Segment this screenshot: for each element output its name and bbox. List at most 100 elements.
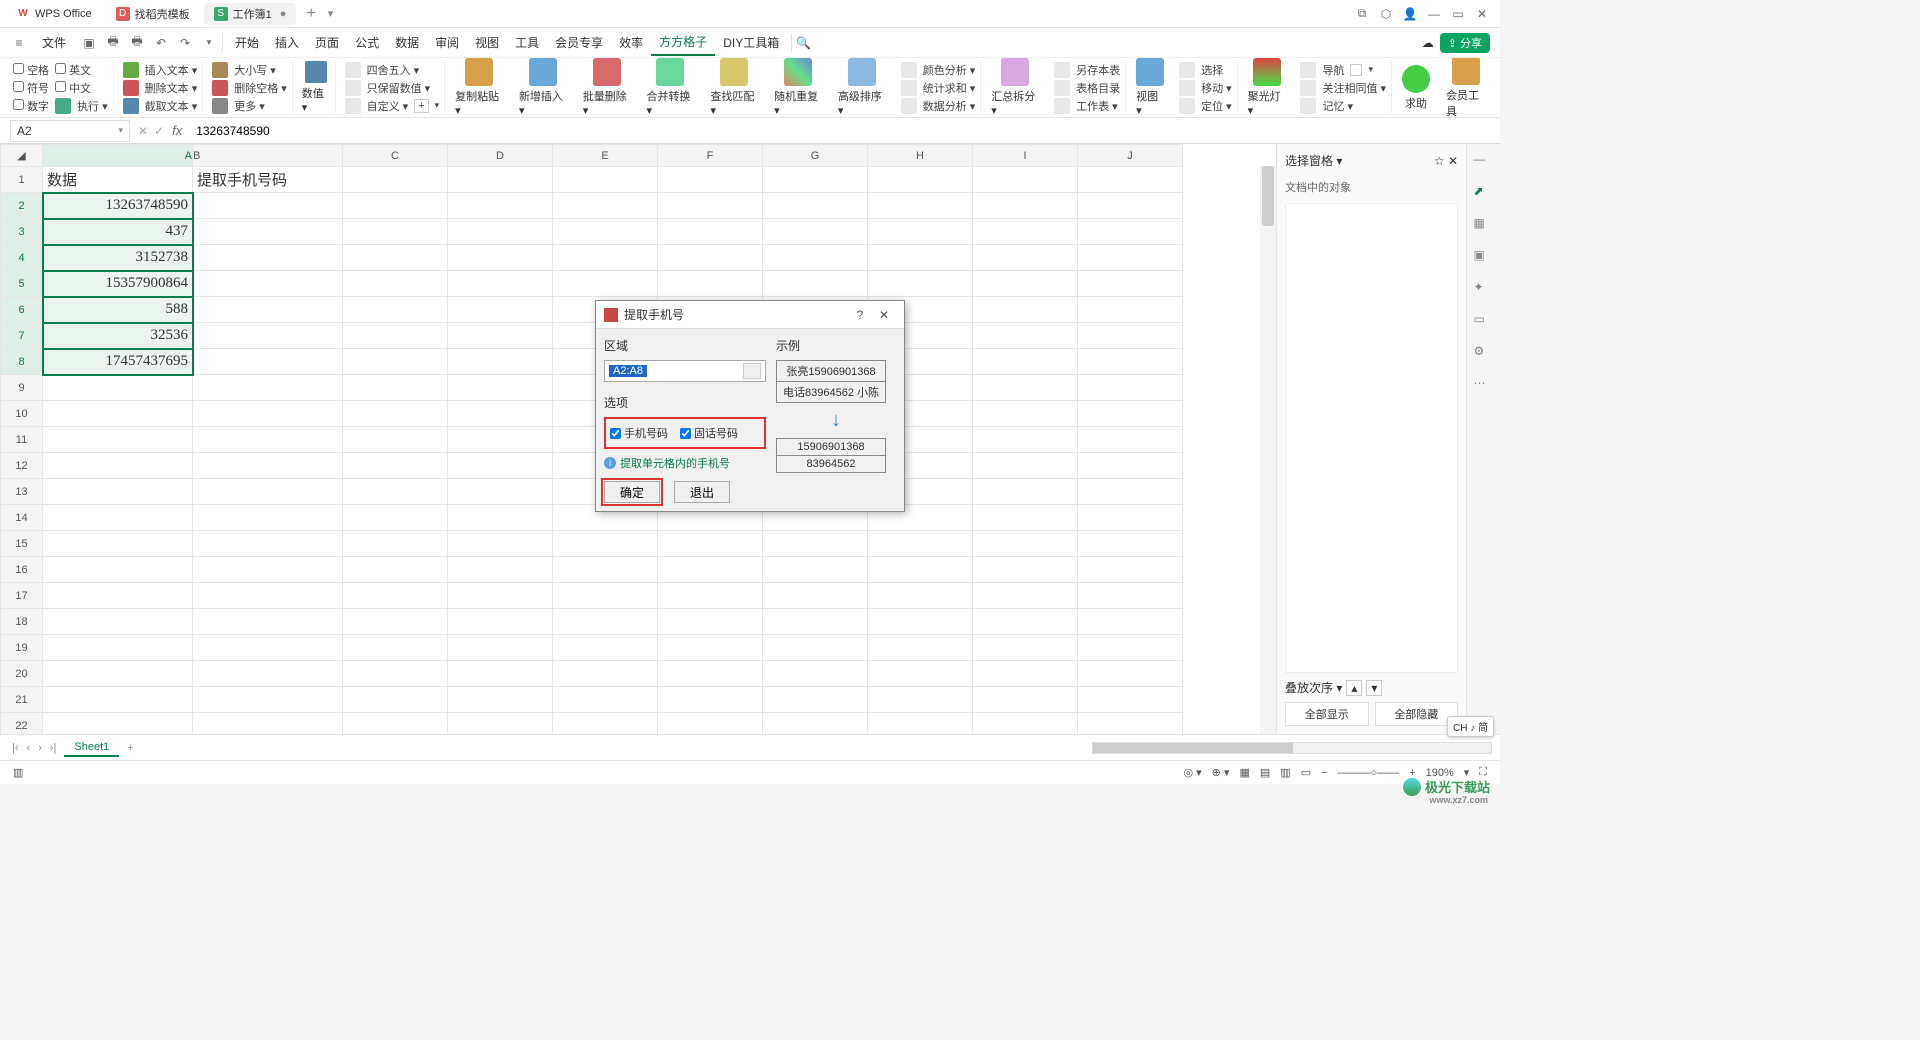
col-header-D[interactable]: D [448, 145, 553, 167]
cell[interactable] [973, 505, 1078, 531]
cell[interactable] [448, 531, 553, 557]
redo-icon[interactable]: ↷ [176, 34, 194, 52]
cell[interactable] [448, 297, 553, 323]
cell[interactable] [553, 713, 658, 735]
cell[interactable] [343, 661, 448, 687]
cell[interactable] [658, 531, 763, 557]
cell[interactable] [43, 661, 193, 687]
execute-button[interactable]: 执行 ▾ [77, 98, 108, 114]
dialog-titlebar[interactable]: 提取手机号 ? ✕ [596, 301, 904, 329]
cell[interactable] [343, 219, 448, 245]
col-header-H[interactable]: H [868, 145, 973, 167]
cell[interactable] [868, 245, 973, 271]
cell[interactable]: 437 [43, 219, 193, 245]
cell[interactable] [973, 661, 1078, 687]
cell[interactable] [763, 713, 868, 735]
cell[interactable] [763, 687, 868, 713]
cell[interactable] [193, 479, 343, 505]
h-scrollbar-thumb[interactable] [1093, 743, 1293, 753]
cell[interactable]: 15357900864 [43, 271, 193, 297]
cell[interactable] [868, 219, 973, 245]
cell[interactable] [193, 245, 343, 271]
cell[interactable] [448, 687, 553, 713]
cell[interactable] [193, 271, 343, 297]
cell[interactable] [448, 245, 553, 271]
data-analysis-button[interactable]: 数据分析 ▾ [923, 98, 976, 114]
row-header[interactable]: 21 [1, 687, 43, 713]
cell[interactable] [448, 713, 553, 735]
close-icon[interactable]: ● [280, 8, 287, 20]
cell[interactable] [868, 661, 973, 687]
pin-icon[interactable]: ☆ [1434, 154, 1445, 168]
cell[interactable] [1078, 635, 1183, 661]
find-match-button[interactable]: 查找匹配 ▾ [704, 58, 764, 117]
move-down-button[interactable]: ▾ [1366, 680, 1382, 696]
cell[interactable] [343, 687, 448, 713]
cell[interactable] [343, 583, 448, 609]
cell[interactable] [763, 219, 868, 245]
cell[interactable] [448, 557, 553, 583]
cell[interactable] [973, 297, 1078, 323]
horizontal-scrollbar[interactable] [1092, 742, 1492, 754]
cell[interactable] [553, 167, 658, 193]
cell[interactable] [193, 193, 343, 219]
cell[interactable] [448, 635, 553, 661]
merge-convert-button[interactable]: 合并转换 ▾ [641, 58, 701, 117]
cell[interactable] [448, 271, 553, 297]
new-insert-button[interactable]: 新增插入 ▾ [513, 58, 573, 117]
confirm-formula-icon[interactable]: ✓ [154, 124, 164, 138]
tab-start[interactable]: 开始 [227, 30, 267, 55]
row-header[interactable]: 15 [1, 531, 43, 557]
custom-button[interactable]: 自定义 ▾ [367, 98, 409, 114]
cell[interactable] [763, 661, 868, 687]
cell[interactable] [973, 427, 1078, 453]
keep-value-button[interactable]: 只保留数值 ▾ [367, 80, 431, 96]
cell[interactable] [343, 167, 448, 193]
close-button[interactable]: ✕ [1470, 2, 1494, 26]
cell[interactable] [973, 219, 1078, 245]
sheet-tab[interactable]: Sheet1 [64, 739, 119, 757]
dialog-close-button[interactable]: ✕ [872, 308, 896, 322]
col-header-B[interactable]: B [193, 145, 343, 167]
cell[interactable] [343, 713, 448, 735]
cell[interactable] [43, 713, 193, 735]
cell[interactable] [43, 583, 193, 609]
cloud-icon[interactable]: ☁ [1422, 36, 1434, 50]
cell[interactable] [553, 557, 658, 583]
cell[interactable] [1078, 245, 1183, 271]
cell[interactable] [43, 557, 193, 583]
move-up-button[interactable]: ▴ [1346, 680, 1362, 696]
focus-icon[interactable]: ⊕ ▾ [1207, 766, 1235, 779]
add-tab-button[interactable]: + [300, 5, 321, 23]
cell[interactable] [448, 375, 553, 401]
range-picker-icon[interactable] [743, 363, 761, 379]
col-header-E[interactable]: E [553, 145, 658, 167]
cell[interactable]: 17457437695 [43, 349, 193, 375]
zoom-slider[interactable]: ———○—— [1333, 767, 1405, 779]
cell[interactable] [193, 583, 343, 609]
cell[interactable] [868, 687, 973, 713]
cell[interactable] [868, 635, 973, 661]
cell[interactable] [973, 557, 1078, 583]
cell[interactable] [763, 557, 868, 583]
add-sheet-button[interactable]: + [123, 742, 137, 754]
cell[interactable] [973, 479, 1078, 505]
cell[interactable] [1078, 713, 1183, 735]
range-input[interactable]: A2:A8 [604, 360, 766, 382]
insert-text-button[interactable]: 插入文本 ▾ [145, 62, 198, 78]
layers-icon[interactable]: ▣ [1474, 248, 1494, 268]
cell[interactable] [1078, 271, 1183, 297]
col-header-G[interactable]: G [763, 145, 868, 167]
minimize-button[interactable]: — [1422, 2, 1446, 26]
view-button[interactable]: 视图 ▾ [1130, 58, 1170, 117]
cell[interactable] [343, 323, 448, 349]
print-icon[interactable]: 🖶 [104, 34, 122, 52]
cell[interactable] [343, 271, 448, 297]
chevron-down-icon[interactable]: ▾ [118, 125, 123, 136]
app-tab-template[interactable]: D找稻壳模板 [106, 3, 200, 25]
app-tab-wps[interactable]: WWPS Office [6, 3, 102, 25]
row-header[interactable]: 8 [1, 349, 43, 375]
cell[interactable] [343, 375, 448, 401]
cell[interactable] [658, 167, 763, 193]
row-header[interactable]: 3 [1, 219, 43, 245]
